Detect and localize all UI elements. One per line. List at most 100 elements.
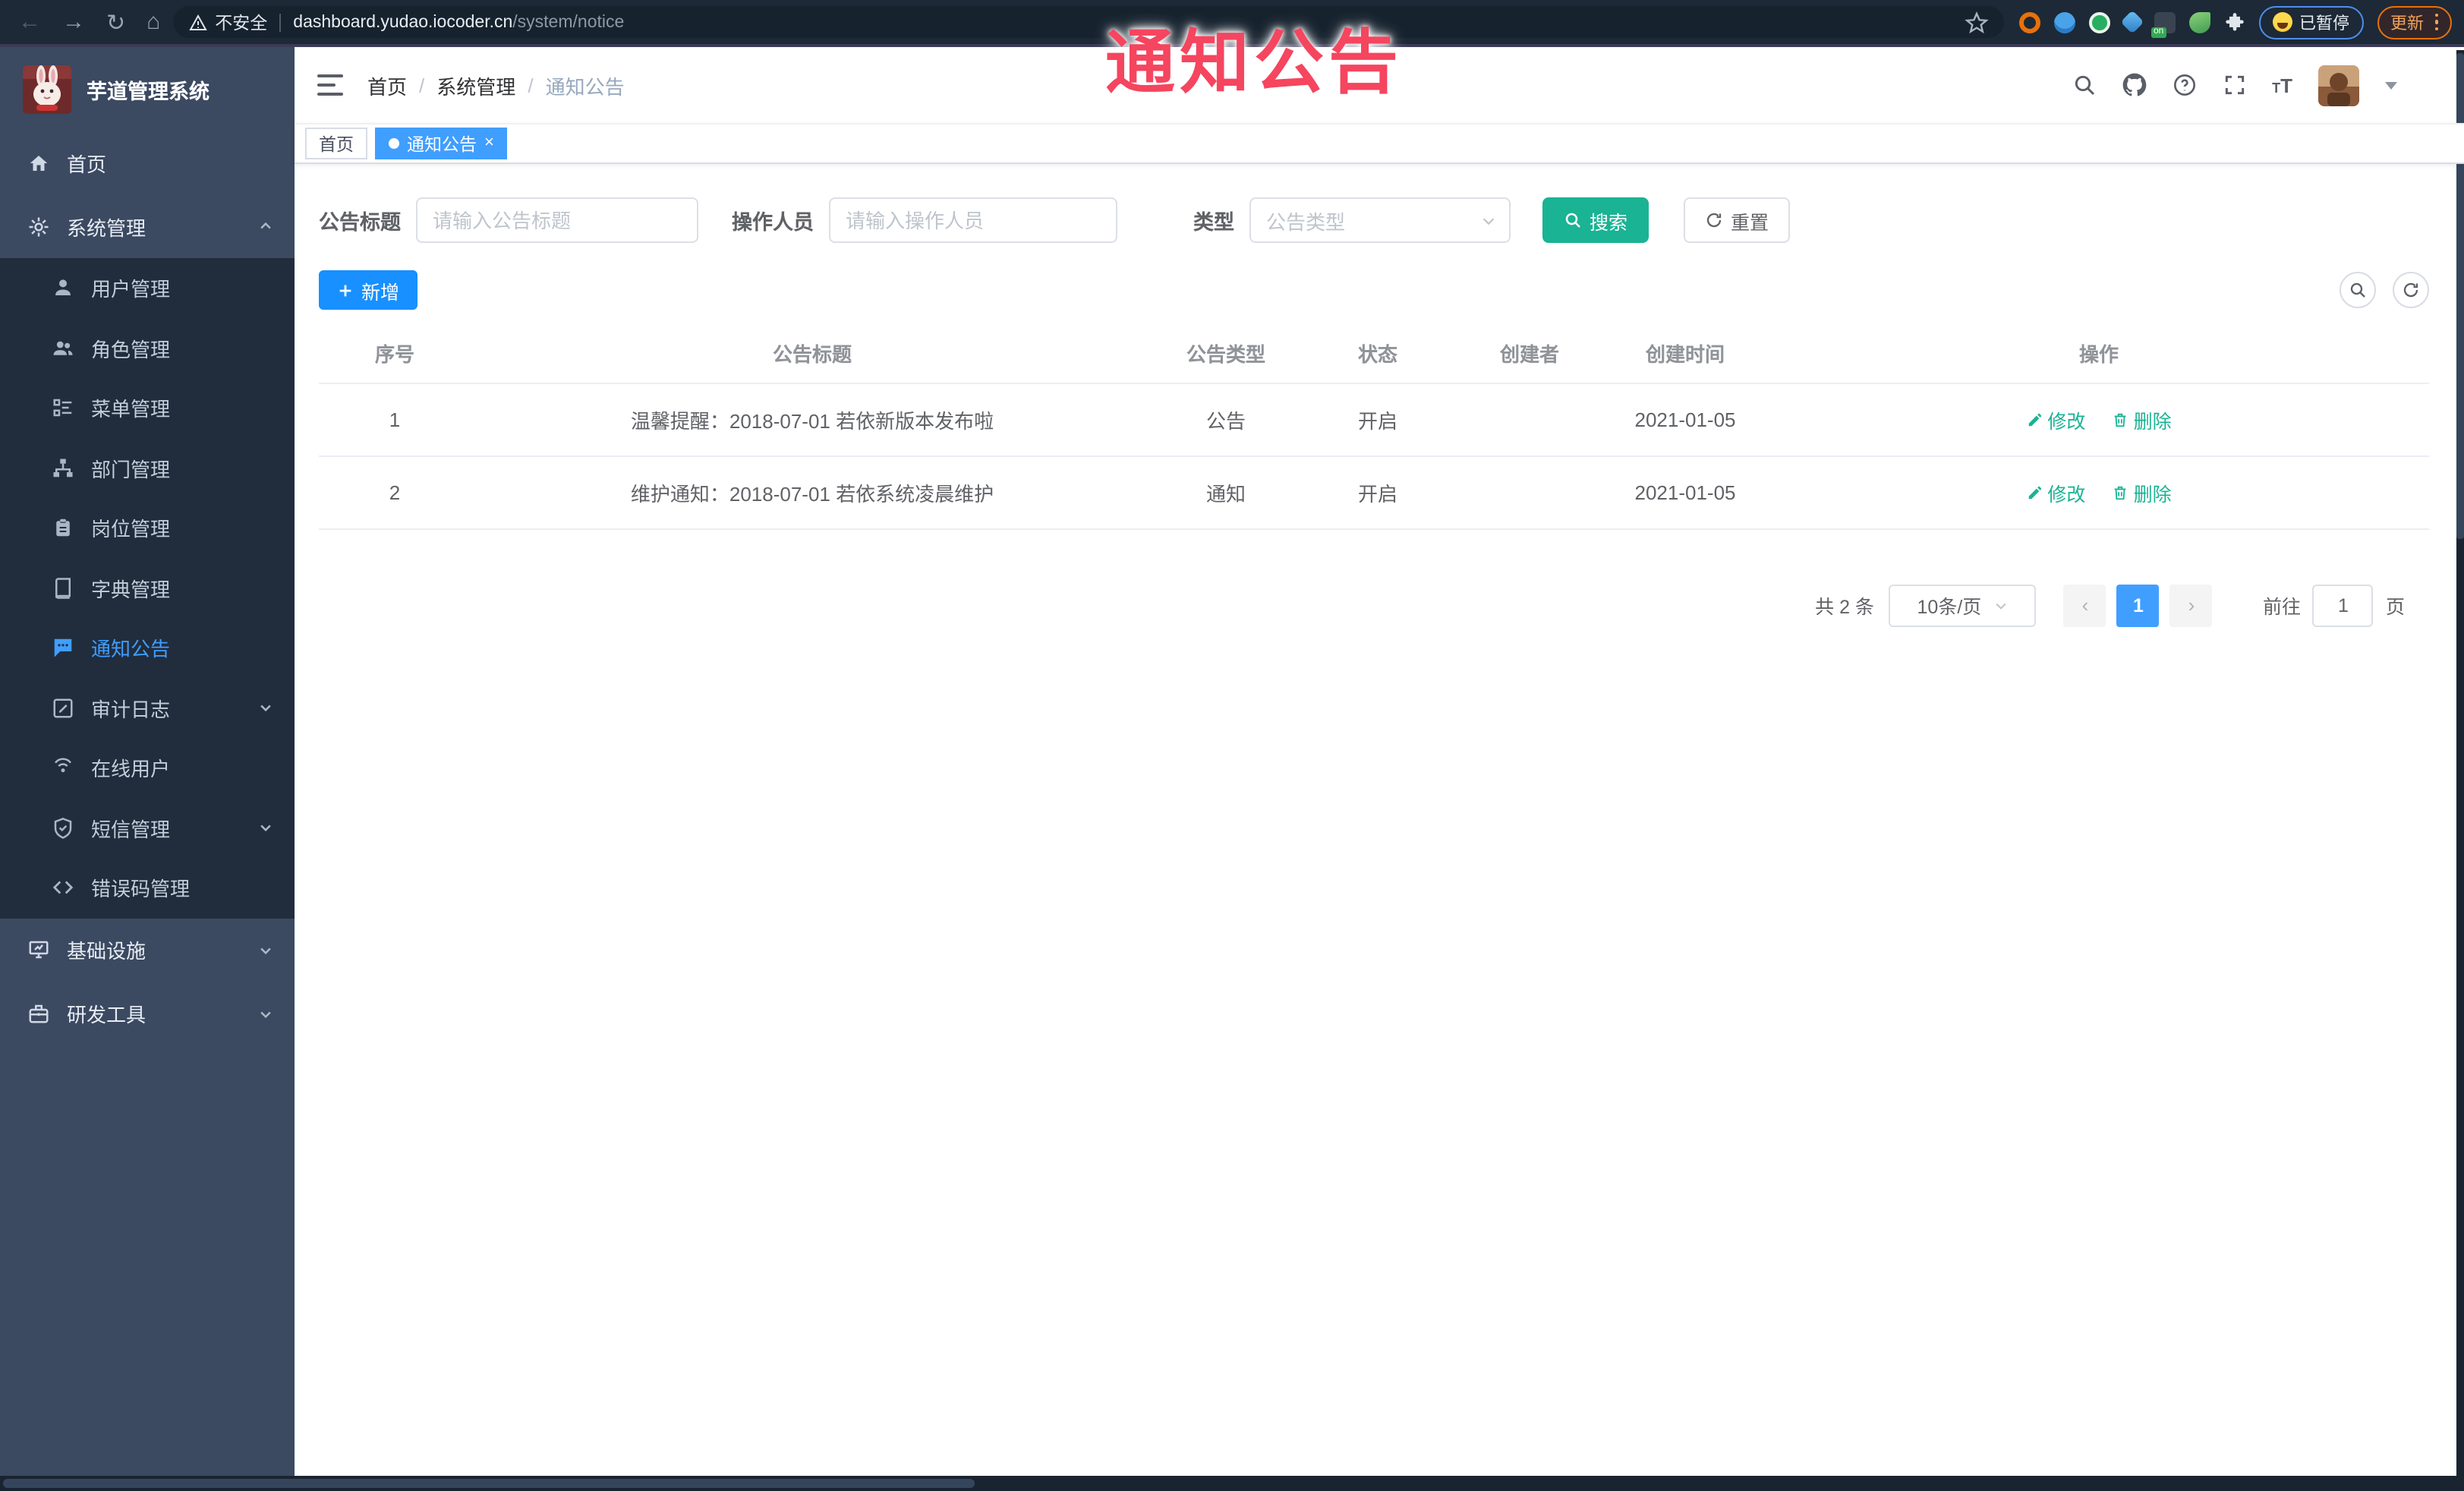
address-bar[interactable]: 不安全 dashboard.yudao.iocoder.cn /system/n… [172,6,2003,38]
extension-switchy-icon[interactable]: on [2150,11,2175,37]
page-size-select[interactable]: 10条/页 [1889,584,2037,626]
search-icon[interactable] [2072,73,2096,97]
app-logo-row[interactable]: 芋道管理系统 [0,47,295,131]
browser-nav-buttons: ← → ↻ ⌂ [12,8,172,36]
browser-menu-kebab-icon[interactable] [2434,13,2438,31]
sidebar-item-home[interactable]: 首页 [0,131,295,194]
cell-title: 温馨提醒：2018-07-01 若依新版本发布啦 [471,383,1154,456]
type-filter-select[interactable]: 公告类型 [1249,197,1511,243]
sidebar-item-label: 通知公告 [91,638,171,661]
home-icon[interactable]: ⌂ [147,9,160,35]
tab-close-icon[interactable]: × [484,134,494,152]
fullscreen-icon[interactable] [2222,73,2246,97]
plus-icon [339,284,351,296]
next-page-button[interactable]: › [2169,584,2213,626]
sidebar-item-error-codes[interactable]: 错误码管理 [0,858,295,918]
sidebar-item-infrastructure[interactable]: 基础设施 [0,918,295,982]
reload-icon[interactable]: ↻ [106,8,125,36]
sidebar: 芋道管理系统 首页 系统管理 用户管理 角色管理 菜单管理 部门管理 岗位管理 … [0,47,295,1476]
delete-link[interactable]: 删除 [2113,478,2172,506]
extension-green-v-icon[interactable] [2088,11,2110,33]
vertical-scrollbar[interactable] [2456,50,2464,1476]
goto-label: 前往 [2262,597,2301,618]
help-docs-icon[interactable] [2172,73,2196,97]
title-filter-input[interactable] [416,197,698,243]
url-path[interactable]: /system/notice [512,13,624,31]
current-page-button[interactable]: 1 [2116,584,2160,626]
extensions-puzzle-icon[interactable] [2223,11,2245,33]
font-size-icon[interactable]: TT [2272,74,2292,96]
user-avatar[interactable] [2318,65,2359,106]
sidebar-item-audit-log[interactable]: 审计日志 [0,678,295,738]
delete-link[interactable]: 删除 [2113,405,2172,433]
tab-notice[interactable]: 通知公告 × [375,128,508,159]
breadcrumb-home[interactable]: 首页 [367,71,407,99]
extension-orange-icon[interactable] [2018,11,2040,33]
sidebar-toggle-icon[interactable] [317,74,343,96]
system-submenu: 用户管理 角色管理 菜单管理 部门管理 岗位管理 字典管理 通知公告 审计日志 … [0,258,295,918]
sidebar-item-departments[interactable]: 部门管理 [0,438,295,498]
horizontal-scrollbar[interactable] [0,1476,2464,1491]
browser-update-button[interactable]: 更新 [2377,5,2452,39]
search-button-icon [1565,213,1580,228]
edit-link[interactable]: 修改 [2026,478,2085,506]
col-type: 公告类型 [1154,325,1298,383]
forward-icon[interactable]: → [62,9,85,35]
browser-chrome: ← → ↻ ⌂ 不安全 dashboard.yudao.iocoder.cn /… [0,0,2464,47]
cell-type: 通知 [1154,455,1298,529]
tags-view-bar: 首页 通知公告 × [295,123,2464,164]
col-creator: 创建者 [1457,325,1602,383]
breadcrumb: 首页 / 系统管理 / 通知公告 [367,71,625,99]
profile-paused-chip[interactable]: 已暂停 [2258,5,2363,39]
sidebar-item-online-users[interactable]: 在线用户 [0,738,295,798]
security-label[interactable]: 不安全 [215,10,267,34]
back-icon[interactable]: ← [18,9,41,35]
book-icon [55,577,71,599]
sidebar-item-menus[interactable]: 菜单管理 [0,378,295,438]
edit-link[interactable]: 修改 [2026,405,2085,433]
cell-creator [1457,383,1602,456]
app-logo-image [23,65,71,113]
toggle-search-button[interactable] [2340,272,2376,308]
update-label: 更新 [2390,14,2424,33]
sidebar-item-dict[interactable]: 字典管理 [0,558,295,618]
screen: ← → ↻ ⌂ 不安全 dashboard.yudao.iocoder.cn /… [0,0,2464,1491]
operator-filter-input[interactable] [829,197,1117,243]
content-area: 公告标题 操作人员 类型 公告类型 搜索 重置 [295,164,2464,1476]
url-host[interactable]: dashboard.yudao.iocoder.cn [293,13,512,31]
search-button[interactable]: 搜索 [1542,197,1649,243]
col-created: 创建时间 [1602,325,1769,383]
page-size-value: 10条/页 [1917,597,1982,618]
table-tools [2340,272,2429,308]
sidebar-item-posts[interactable]: 岗位管理 [0,498,295,558]
navbar-actions: TT [2072,65,2397,106]
sidebar-item-notice[interactable]: 通知公告 [0,618,295,678]
breadcrumb-separator: / [528,74,534,96]
avatar-caret-icon[interactable] [2385,81,2397,95]
sidebar-menu: 首页 系统管理 用户管理 角色管理 菜单管理 部门管理 岗位管理 字典管理 通知… [0,131,295,1045]
breadcrumb-system[interactable]: 系统管理 [436,71,515,99]
horizontal-scrollbar-thumb[interactable] [3,1479,975,1488]
extension-blue-gem-icon[interactable] [2119,10,2144,34]
sidebar-item-system[interactable]: 系统管理 [0,194,295,258]
sidebar-item-users[interactable]: 用户管理 [0,258,295,318]
sidebar-item-roles[interactable]: 角色管理 [0,318,295,378]
sidebar-item-dev-tools[interactable]: 研发工具 [0,982,295,1045]
add-button[interactable]: 新增 [319,270,418,310]
extension-blue-pin-icon[interactable] [2053,11,2075,33]
online-signal-icon [55,758,71,773]
chevron-down-icon [260,705,271,712]
extension-green-leaf-icon[interactable] [2188,11,2210,33]
sidebar-item-sms[interactable]: 短信管理 [0,798,295,858]
bookmark-star-icon[interactable] [1964,10,1988,34]
prev-page-button[interactable]: ‹ [2063,584,2106,626]
goto-page-input[interactable] [2312,584,2374,626]
monitor-icon [29,941,49,959]
trash-icon [2115,412,2126,427]
sidebar-item-label: 字典管理 [91,578,171,601]
refresh-table-button[interactable] [2393,272,2429,308]
reset-button[interactable]: 重置 [1684,197,1791,243]
col-no: 序号 [319,325,471,383]
github-icon[interactable] [2122,73,2146,97]
tab-home[interactable]: 首页 [305,128,367,159]
